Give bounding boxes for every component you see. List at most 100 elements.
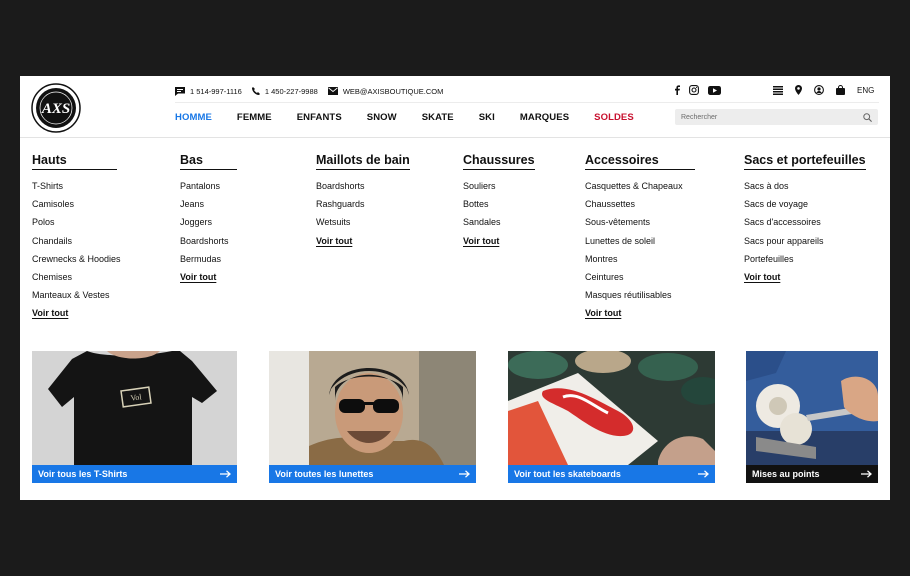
arrow-right-icon [861, 470, 872, 478]
voir-tout-hauts[interactable]: Voir tout [32, 308, 132, 326]
card-label-tshirts: Voir tous les T-Shirts [38, 469, 128, 479]
column-title-chaussures[interactable]: Chaussures [463, 153, 535, 170]
card-label-mises-au-point: Mises au points [752, 469, 820, 479]
facebook-icon[interactable] [674, 85, 680, 95]
instagram-icon[interactable] [689, 85, 699, 95]
language-toggle[interactable]: ENG [857, 86, 874, 95]
nav-item-femme[interactable]: FEMME [237, 112, 272, 123]
brand-logo[interactable]: AXS [31, 83, 81, 133]
main-nav: HOMME FEMME ENFANTS SNOW SKATE SKI MARQU… [175, 112, 659, 123]
column-title-accessoires[interactable]: Accessoires [585, 153, 695, 170]
menu-link-bermudas[interactable]: Bermudas [180, 254, 260, 272]
voir-tout-accessoires[interactable]: Voir tout [585, 308, 715, 326]
menu-link-pantalons[interactable]: Pantalons [180, 181, 260, 199]
card-label-skateboards: Voir tout les skateboards [514, 469, 621, 479]
menu-link-boardshorts[interactable]: Boardshorts [180, 236, 260, 254]
column-title-maillots[interactable]: Maillots de bain [316, 153, 410, 170]
voir-tout-bas[interactable]: Voir tout [180, 272, 260, 290]
header-divider [175, 102, 879, 103]
phone-1-text: 1 514-997-1116 [190, 86, 242, 96]
card-bar-mises-au-point[interactable]: Mises au points [746, 465, 878, 483]
card-bar-skateboards[interactable]: Voir tout les skateboards [508, 465, 715, 483]
voir-tout-maillots[interactable]: Voir tout [316, 236, 426, 254]
menu-link-sous-vetements[interactable]: Sous-vêtements [585, 217, 715, 235]
arrow-right-icon [220, 470, 231, 478]
menu-link-polos[interactable]: Polos [32, 217, 132, 235]
contact-email[interactable]: WEB@AXISBOUTIQUE.COM [327, 87, 443, 96]
menu-link-joggers[interactable]: Joggers [180, 217, 260, 235]
nav-item-enfants[interactable]: ENFANTS [297, 112, 342, 123]
menu-link-rashguards[interactable]: Rashguards [316, 199, 426, 217]
menu-link-casquettes[interactable]: Casquettes & Chapeaux [585, 181, 715, 199]
menu-link-boardshorts-swim[interactable]: Boardshorts [316, 181, 426, 199]
menu-link-chemises[interactable]: Chemises [32, 272, 132, 290]
menu-link-wetsuits[interactable]: Wetsuits [316, 217, 426, 235]
card-bar-tshirts[interactable]: Voir tous les T-Shirts [32, 465, 237, 483]
menu-link-portefeuilles[interactable]: Portefeuilles [744, 254, 880, 272]
nav-item-snow[interactable]: SNOW [367, 112, 397, 123]
nav-item-marques[interactable]: MARQUES [520, 112, 569, 123]
contact-phone-2[interactable]: 1 450-227-9988 [251, 86, 318, 96]
tuning-photo [746, 351, 878, 465]
menu-link-jeans[interactable]: Jeans [180, 199, 260, 217]
column-title-hauts[interactable]: Hauts [32, 153, 117, 170]
menu-column-hauts: Hauts T-Shirts Camisoles Polos Chandails… [32, 151, 132, 327]
site-header: AXS 1 514-997-1116 1 450-227-9988 WEB@AX… [20, 76, 890, 138]
menu-link-t-shirts[interactable]: T-Shirts [32, 181, 132, 199]
voir-tout-chaussures[interactable]: Voir tout [463, 236, 553, 254]
utility-links: ENG [773, 85, 874, 95]
menu-link-souliers[interactable]: Souliers [463, 181, 553, 199]
column-title-sacs[interactable]: Sacs et portefeuilles [744, 153, 866, 170]
menu-link-sacs-a-dos[interactable]: Sacs à dos [744, 181, 880, 199]
bag-icon[interactable] [836, 85, 845, 95]
menu-link-bottes[interactable]: Bottes [463, 199, 553, 217]
menu-link-camisoles[interactable]: Camisoles [32, 199, 132, 217]
menu-link-chandails[interactable]: Chandails [32, 236, 132, 254]
page-frame: AXS 1 514-997-1116 1 450-227-9988 WEB@AX… [20, 76, 890, 500]
phone-2-text: 1 450-227-9988 [264, 86, 318, 96]
column-title-bas[interactable]: Bas [180, 153, 237, 170]
nav-item-skate[interactable]: SKATE [422, 112, 454, 123]
nav-item-ski[interactable]: SKI [479, 112, 495, 123]
menu-column-sacs: Sacs et portefeuilles Sacs à dos Sacs de… [744, 151, 880, 290]
social-links [674, 85, 730, 95]
menu-link-sacs-accessoires[interactable]: Sacs d'accessoires [744, 217, 880, 235]
menu-link-sacs-voyage[interactable]: Sacs de voyage [744, 199, 880, 217]
search-input[interactable]: Rechercher [675, 109, 878, 125]
menu-column-chaussures: Chaussures Souliers Bottes Sandales Voir… [463, 151, 553, 254]
email-icon [327, 87, 338, 95]
nav-item-soldes[interactable]: SOLDES [594, 112, 634, 123]
card-label-lunettes: Voir toutes les lunettes [275, 469, 374, 479]
promo-card-tshirts[interactable]: Vol Voir tous les T-Shirts [32, 351, 237, 483]
contact-phone-1[interactable]: 1 514-997-1116 [175, 86, 242, 96]
menu-icon[interactable] [773, 85, 783, 95]
menu-link-crewnecks[interactable]: Crewnecks & Hoodies [32, 254, 132, 272]
account-icon[interactable] [814, 85, 824, 95]
arrow-right-icon [459, 470, 470, 478]
menu-link-lunettes[interactable]: Lunettes de soleil [585, 236, 715, 254]
voir-tout-sacs[interactable]: Voir tout [744, 272, 880, 290]
arrow-right-icon [698, 470, 709, 478]
nav-item-homme[interactable]: HOMME [175, 112, 212, 123]
svg-text:Vol: Vol [130, 392, 143, 403]
menu-link-masques[interactable]: Masques réutilisables [585, 290, 715, 308]
youtube-icon[interactable] [708, 85, 721, 95]
location-pin-icon[interactable] [795, 85, 802, 95]
menu-column-maillots: Maillots de bain Boardshorts Rashguards … [316, 151, 426, 254]
menu-link-chaussettes[interactable]: Chaussettes [585, 199, 715, 217]
menu-link-manteaux[interactable]: Manteaux & Vestes [32, 290, 132, 308]
card-bar-lunettes[interactable]: Voir toutes les lunettes [269, 465, 476, 483]
menu-column-accessoires: Accessoires Casquettes & Chapeaux Chauss… [585, 151, 715, 327]
chat-icon [175, 86, 185, 96]
menu-link-montres[interactable]: Montres [585, 254, 715, 272]
menu-link-sandales[interactable]: Sandales [463, 217, 553, 235]
search-placeholder: Rechercher [681, 113, 718, 121]
skateboards-photo [508, 351, 715, 465]
search-icon[interactable] [863, 112, 872, 122]
menu-column-bas: Bas Pantalons Jeans Joggers Boardshorts … [180, 151, 260, 290]
menu-link-sacs-appareils[interactable]: Sacs pour appareils [744, 236, 880, 254]
promo-card-lunettes[interactable]: Voir toutes les lunettes [269, 351, 476, 483]
menu-link-ceintures[interactable]: Ceintures [585, 272, 715, 290]
promo-card-skateboards[interactable]: Voir tout les skateboards [508, 351, 715, 483]
promo-card-mises-au-point[interactable]: Mises au points [746, 351, 878, 483]
